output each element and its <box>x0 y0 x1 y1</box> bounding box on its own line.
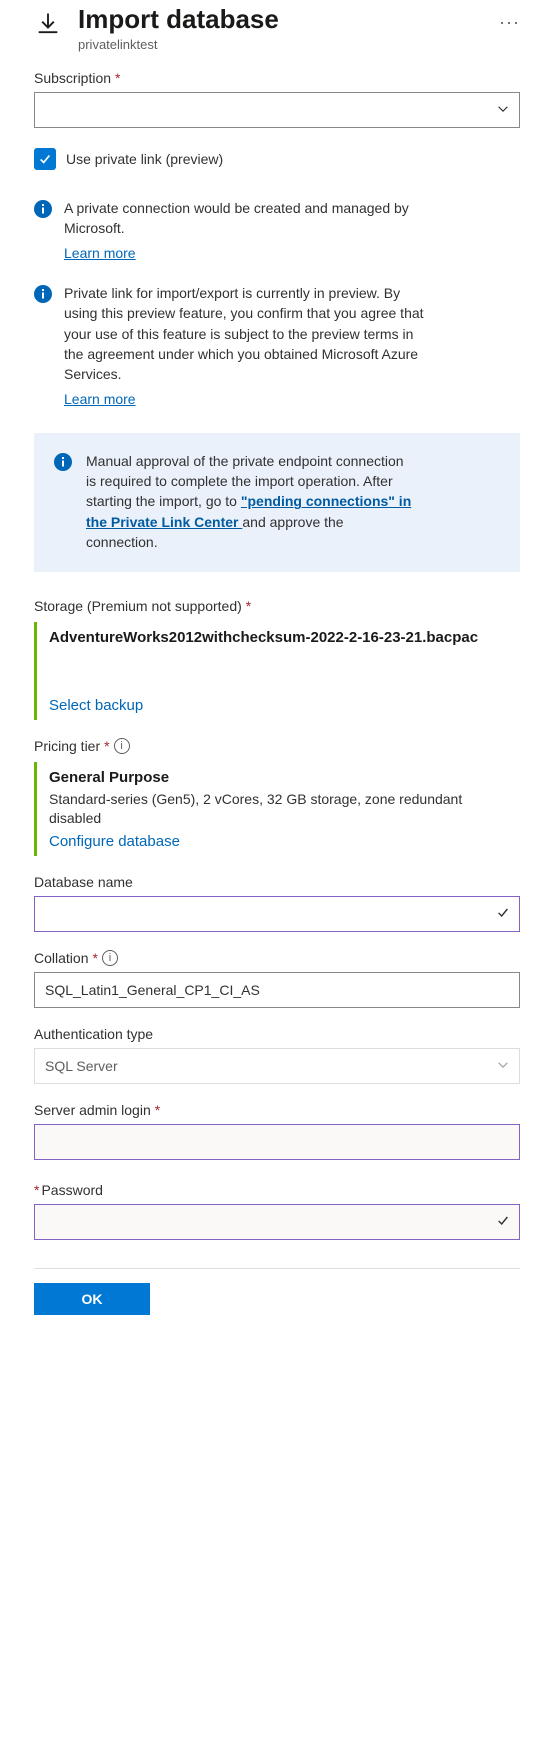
required-asterisk: * <box>34 1182 39 1198</box>
database-name-label: Database name <box>34 874 133 890</box>
check-icon <box>496 1214 510 1231</box>
learn-more-link[interactable]: Learn more <box>64 243 136 263</box>
info-private-connection-text: A private connection would be created an… <box>64 200 409 236</box>
admin-login-field: Server admin login * <box>34 1102 520 1160</box>
pricing-tier-desc: Standard-series (Gen5), 2 vCores, 32 GB … <box>49 790 510 829</box>
pricing-tier-field: Pricing tier * i General Purpose Standar… <box>34 738 520 856</box>
info-preview-terms: Private link for import/export is curren… <box>34 283 520 409</box>
storage-field: Storage (Premium not supported) * Advent… <box>34 598 520 719</box>
pricing-tier-label: Pricing tier <box>34 738 100 754</box>
password-label: Password <box>41 1182 102 1198</box>
collation-input[interactable] <box>34 972 520 1008</box>
required-asterisk: * <box>92 950 97 966</box>
password-field: * Password <box>34 1182 520 1240</box>
learn-more-link[interactable]: Learn more <box>64 389 136 409</box>
import-icon <box>34 10 62 41</box>
storage-label: Storage (Premium not supported) <box>34 598 242 614</box>
page-title: Import database <box>78 4 483 35</box>
info-preview-text: Private link for import/export is curren… <box>64 285 424 382</box>
database-name-field: Database name <box>34 874 520 932</box>
select-backup-link[interactable]: Select backup <box>49 697 143 714</box>
admin-login-label: Server admin login <box>34 1102 151 1118</box>
info-icon <box>34 285 52 303</box>
storage-filename: AdventureWorks2012withchecksum-2022-2-16… <box>49 628 510 648</box>
manual-approval-notice: Manual approval of the private endpoint … <box>34 433 520 572</box>
page-subtitle: privatelinktest <box>78 37 483 52</box>
pricing-tier-name: General Purpose <box>49 768 510 788</box>
subscription-label: Subscription <box>34 70 111 86</box>
use-private-link-label: Use private link (preview) <box>66 151 223 167</box>
footer: OK <box>34 1268 520 1315</box>
auth-type-select[interactable] <box>34 1048 520 1084</box>
admin-login-input[interactable] <box>34 1124 520 1160</box>
check-icon <box>496 906 510 923</box>
required-asterisk: * <box>115 70 120 86</box>
help-icon[interactable]: i <box>102 950 118 966</box>
ok-button[interactable]: OK <box>34 1283 150 1315</box>
subscription-select[interactable] <box>34 92 520 128</box>
info-icon <box>54 453 72 471</box>
use-private-link-checkbox[interactable] <box>34 148 56 170</box>
required-asterisk: * <box>104 738 109 754</box>
info-private-connection: A private connection would be created an… <box>34 198 520 263</box>
auth-type-label: Authentication type <box>34 1026 153 1042</box>
subscription-field: Subscription * <box>34 70 520 128</box>
collation-field: Collation * i <box>34 950 520 1008</box>
use-private-link-row: Use private link (preview) <box>34 148 520 170</box>
database-name-input[interactable] <box>34 896 520 932</box>
help-icon[interactable]: i <box>114 738 130 754</box>
more-menu-icon[interactable]: ··· <box>499 4 520 33</box>
collation-label: Collation <box>34 950 88 966</box>
required-asterisk: * <box>246 598 251 614</box>
blade-header: Import database privatelinktest ··· <box>34 0 520 52</box>
auth-type-field: Authentication type <box>34 1026 520 1084</box>
info-icon <box>34 200 52 218</box>
required-asterisk: * <box>155 1102 160 1118</box>
password-input[interactable] <box>34 1204 520 1240</box>
configure-database-link[interactable]: Configure database <box>49 833 180 850</box>
